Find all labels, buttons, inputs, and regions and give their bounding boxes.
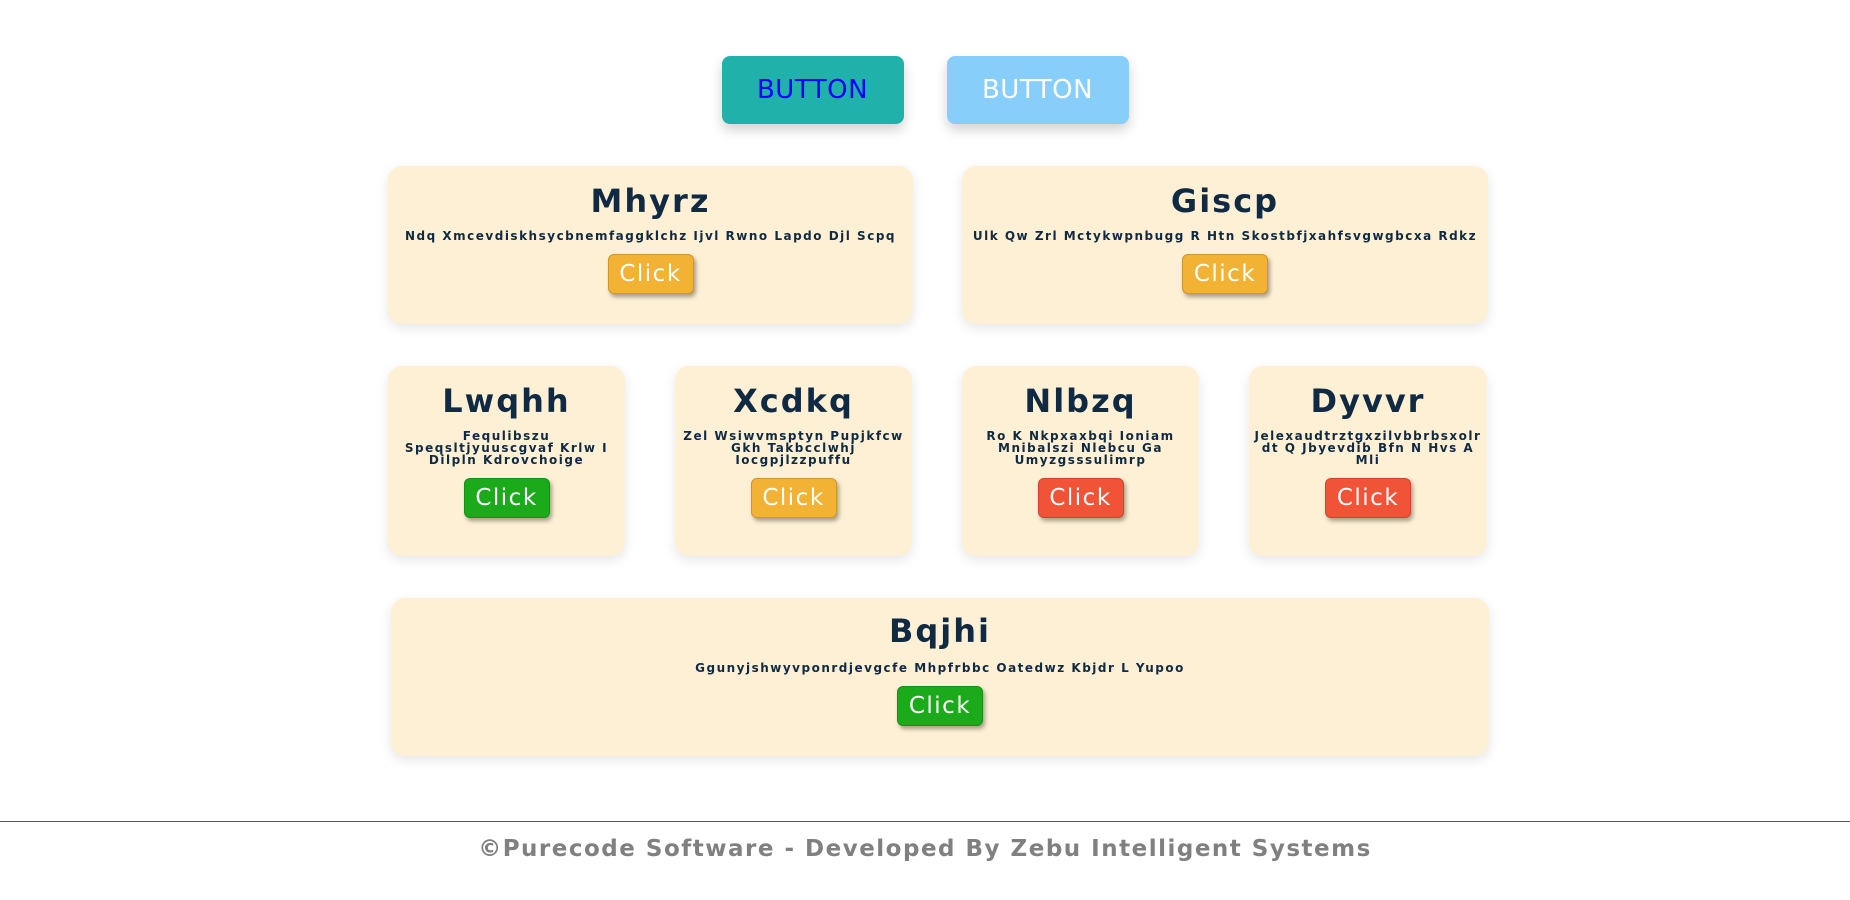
card-text: Ndq Xmcevdiskhsycbnemfaggklchz Ijvl Rwno… — [405, 229, 896, 243]
card-title: Lwqhh — [442, 382, 571, 420]
card-title: Bqjhi — [888, 612, 991, 650]
click-button[interactable]: Click — [897, 686, 983, 726]
teal-button[interactable]: BUTTON — [721, 56, 904, 124]
card-title: Xcdkq — [733, 382, 854, 420]
card-lwqhh: Lwqhh Fequlibszu Speqsltjyuuscgvaf Krlw … — [388, 366, 625, 556]
top-button-row: BUTTON BUTTON — [0, 56, 1850, 124]
light-blue-button[interactable]: BUTTON — [946, 56, 1129, 124]
card-text-line: Umyzgsssulimrp — [1014, 453, 1147, 467]
card-giscp: Giscp Ulk Qw Zrl Mctykwpnbugg R Htn Skos… — [962, 166, 1488, 324]
footer-text: ©Purecode Software - Developed By Zebu I… — [478, 836, 1372, 862]
card-text-line: Dilpln Kdrovchoige — [428, 453, 585, 467]
click-button[interactable]: Click — [1037, 478, 1124, 518]
card-nlbzq: Nlbzq Ro K Nkpxaxbqi Ioniam Mnibalszi Nl… — [962, 366, 1199, 556]
card-mhyrz: Mhyrz Ndq Xmcevdiskhsycbnemfaggklchz Ijv… — [388, 166, 913, 324]
card-text-line: Iocgpjlzzpuffu — [735, 453, 852, 467]
click-button[interactable]: Click — [750, 478, 837, 518]
card-title: Nlbzq — [1024, 382, 1137, 420]
card-text: Ggunyjshwyvponrdjevgcfe Mhpfrbbc Oatedwz… — [695, 661, 1185, 675]
click-button[interactable]: Click — [1182, 254, 1268, 294]
card-title: Giscp — [1170, 182, 1280, 220]
footer-divider — [0, 821, 1850, 822]
click-button[interactable]: Click — [463, 478, 550, 518]
card-title: Dyvvr — [1310, 382, 1426, 420]
card-text: Ulk Qw Zrl Mctykwpnbugg R Htn Skostbfjxa… — [972, 229, 1478, 243]
card-text-line: Mli — [1355, 453, 1381, 467]
card-xcdkq: Xcdkq Zel Wsiwvmsptyn Pupjkfcw Gkh Takbc… — [675, 366, 912, 556]
click-button[interactable]: Click — [1325, 478, 1411, 518]
card-bqjhi: Bqjhi Ggunyjshwyvponrdjevgcfe Mhpfrbbc O… — [391, 598, 1489, 756]
card-title: Mhyrz — [590, 182, 711, 220]
card-dyvvr: Dyvvr Jelexaudtrztgxzilvbbrbsxolr dt Q J… — [1249, 366, 1487, 556]
click-button[interactable]: Click — [607, 254, 694, 294]
